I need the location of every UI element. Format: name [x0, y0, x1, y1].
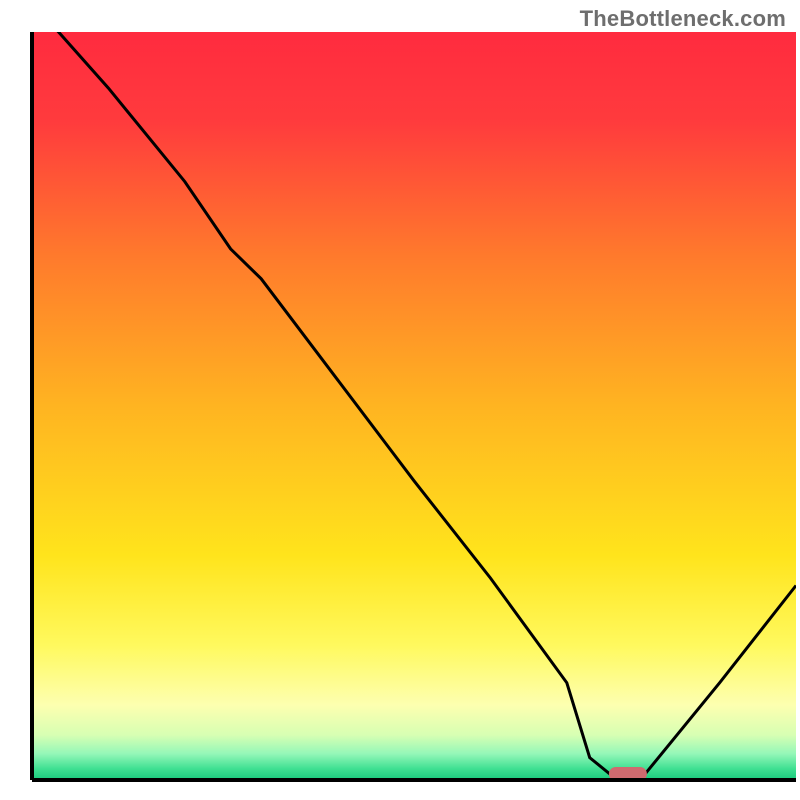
chart-container: TheBottleneck.com	[0, 0, 800, 800]
bottleneck-chart	[0, 0, 800, 800]
gradient-background	[32, 32, 796, 780]
